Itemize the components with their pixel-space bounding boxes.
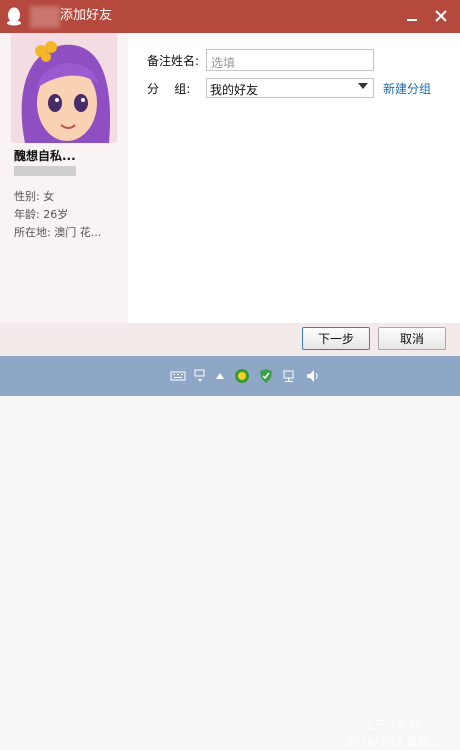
close-icon — [435, 10, 447, 22]
up-arrow-icon[interactable] — [212, 368, 228, 384]
qq-logo-icon — [7, 7, 21, 26]
add-friend-dialog: 添加好友 醜想自私... 性别: 女 年龄: 26岁 所在地: 澳门 花... … — [0, 0, 460, 356]
gender-info: 性别: 女 — [14, 190, 55, 203]
next-button[interactable]: 下一步 — [302, 327, 370, 350]
remark-placeholder: 选填 — [211, 56, 236, 70]
title-obscured-region — [30, 6, 60, 28]
system-clock[interactable]: 上午 10:47 2016/3/23 星期三 — [333, 716, 453, 750]
location-info: 所在地: 澳门 花... — [14, 226, 102, 239]
nickname: 醜想自私... — [14, 149, 76, 163]
qq-tray-icon[interactable] — [234, 368, 250, 384]
clock-time: 上午 10:47 — [364, 718, 422, 731]
group-select-value: 我的好友 — [210, 83, 259, 97]
remark-input[interactable]: 选填 — [206, 49, 374, 71]
keyboard-icon[interactable] — [170, 368, 186, 384]
avatar-image — [11, 33, 117, 143]
window-title: 添加好友 — [60, 8, 113, 23]
clock-date: 2016/3/23 星期三 — [346, 735, 440, 748]
taskbar: 上午 10:47 2016/3/23 星期三 — [0, 356, 460, 748]
avatar — [11, 33, 117, 143]
dropdown-arrow-icon — [358, 83, 368, 89]
title-bar[interactable]: 添加好友 — [0, 0, 460, 33]
input-method-icon[interactable] — [192, 368, 208, 384]
age-info: 年龄: 26岁 — [14, 208, 69, 221]
shield-icon[interactable] — [258, 368, 274, 384]
group-select[interactable]: 我的好友 — [206, 78, 374, 98]
remark-label: 备注姓名: — [147, 54, 200, 68]
minimize-button[interactable] — [403, 7, 421, 25]
network-icon[interactable] — [282, 368, 298, 384]
cancel-button[interactable]: 取消 — [378, 327, 446, 350]
group-label: 分 组: — [147, 82, 191, 96]
volume-icon[interactable] — [305, 368, 321, 384]
minimize-icon — [407, 19, 417, 21]
close-button[interactable] — [432, 7, 450, 25]
new-group-link[interactable]: 新建分组 — [383, 80, 431, 97]
obscured-account-id — [14, 166, 76, 176]
